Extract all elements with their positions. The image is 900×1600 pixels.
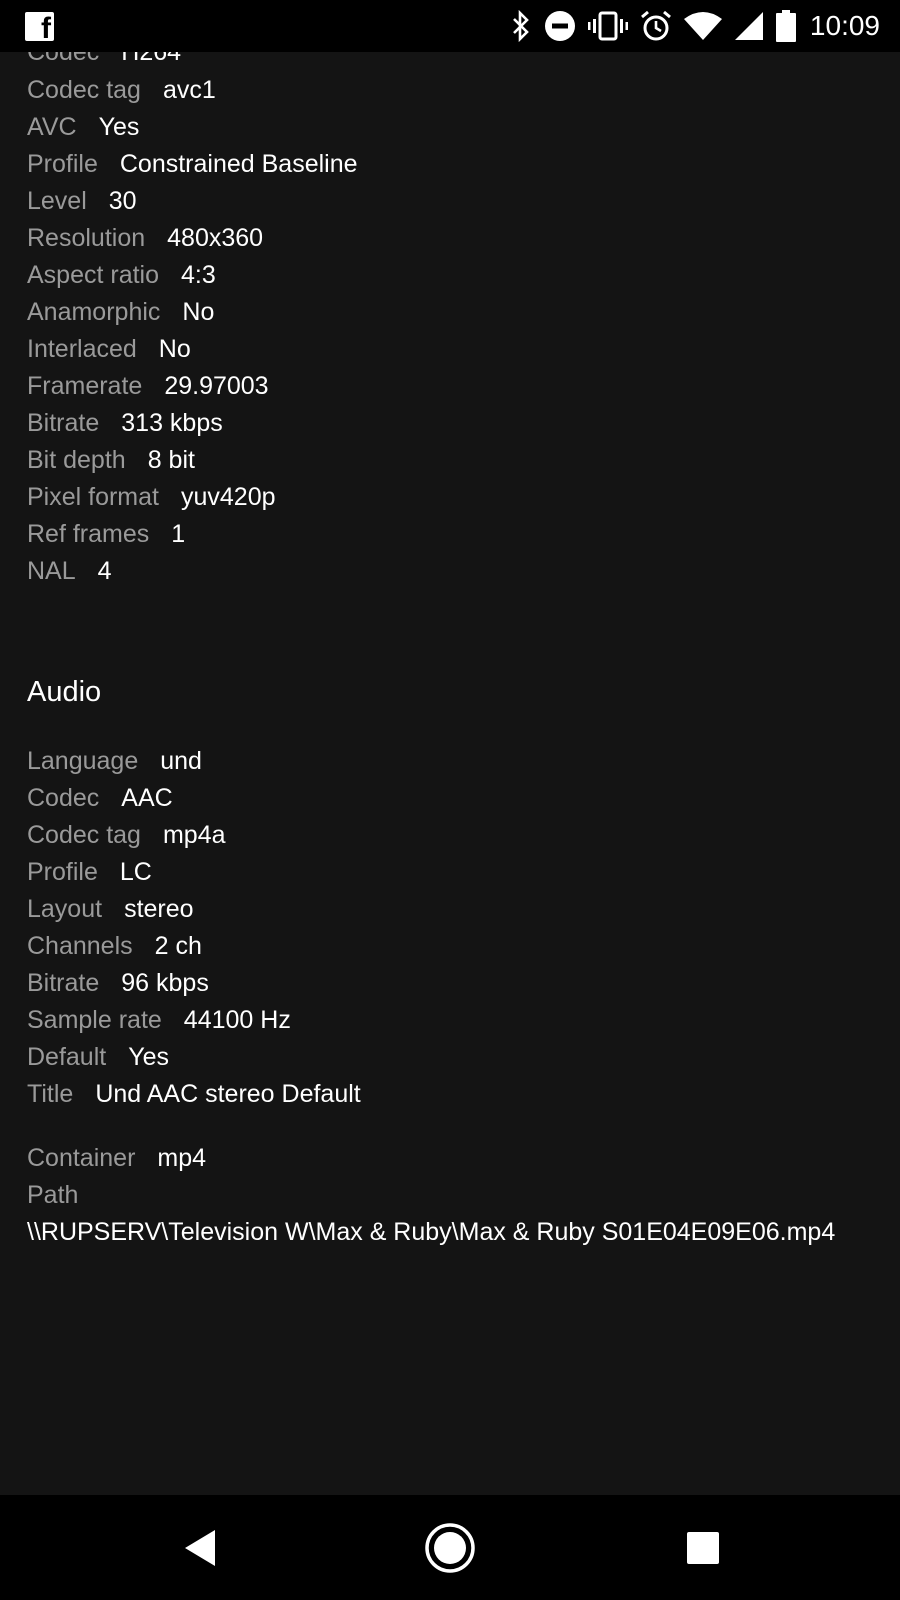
info-value: mp4a xyxy=(162,821,226,849)
info-label: Anamorphic xyxy=(27,298,161,326)
recents-icon xyxy=(687,1531,719,1564)
info-value: 30 xyxy=(108,187,137,215)
info-label: Level xyxy=(27,187,87,215)
info-row: Language und xyxy=(27,745,202,777)
info-label: Path xyxy=(27,1181,79,1209)
info-row: Ref frames 1 xyxy=(27,518,185,550)
info-label: NAL xyxy=(27,557,76,585)
info-value: avc1 xyxy=(162,76,216,104)
info-value: LC xyxy=(119,858,152,886)
recents-button[interactable] xyxy=(663,1495,743,1600)
battery-icon xyxy=(775,10,796,42)
info-row: Default Yes xyxy=(27,1041,169,1073)
info-value: 96 kbps xyxy=(121,969,209,997)
info-value: mp4 xyxy=(157,1144,207,1172)
facebook-icon: f xyxy=(25,12,54,44)
info-label: Profile xyxy=(27,858,98,886)
info-value: 44100 Hz xyxy=(183,1006,291,1034)
info-value: 313 kbps xyxy=(121,409,223,437)
alarm-icon xyxy=(640,9,672,43)
info-value: 480x360 xyxy=(167,224,264,252)
info-row: Profile LC xyxy=(27,856,152,888)
info-label: Aspect ratio xyxy=(27,261,160,289)
info-label: Resolution xyxy=(27,224,146,252)
home-icon xyxy=(425,1522,475,1573)
info-label: Bitrate xyxy=(27,969,100,997)
info-label: Pixel format xyxy=(27,483,159,511)
info-label: Sample rate xyxy=(27,1006,162,1034)
info-value: und xyxy=(160,747,202,775)
info-label: Channels xyxy=(27,932,133,960)
info-row: Interlaced No xyxy=(27,333,191,365)
section-title-audio: Audio xyxy=(27,676,102,708)
info-label: Title xyxy=(27,1080,74,1108)
info-row: Codec tag mp4a xyxy=(27,819,226,851)
info-row: Level 30 xyxy=(27,185,137,217)
info-row-container: Container mp4 xyxy=(27,1142,206,1174)
info-value: 4:3 xyxy=(181,261,216,289)
info-value: Yes xyxy=(98,113,140,141)
info-value: 4 xyxy=(97,557,112,585)
info-row: Bitrate 96 kbps xyxy=(27,967,209,999)
vibrate-icon xyxy=(587,10,628,42)
info-value: yuv420p xyxy=(180,483,276,511)
info-row: Anamorphic No xyxy=(27,296,214,328)
info-label: Framerate xyxy=(27,372,143,400)
info-value: Constrained Baseline xyxy=(119,150,358,178)
info-label: Language xyxy=(27,747,139,775)
file-path-value: \\RUPSERV\Television W\Max & Ruby\Max & … xyxy=(27,1218,836,1246)
info-row: NAL 4 xyxy=(27,555,112,587)
navigation-bar xyxy=(0,1495,900,1600)
info-label: Bitrate xyxy=(27,409,100,437)
info-row: AVC Yes xyxy=(27,111,139,143)
info-row: Resolution 480x360 xyxy=(27,222,263,254)
info-value: stereo xyxy=(124,895,194,923)
info-value: Yes xyxy=(128,1043,170,1071)
status-icons: 10:09 xyxy=(498,0,880,52)
info-value: No xyxy=(158,335,191,363)
info-row: Pixel format yuv420p xyxy=(27,481,276,513)
info-row: Bit depth 8 bit xyxy=(27,444,195,476)
info-label: Container xyxy=(27,1144,136,1172)
info-value: 8 bit xyxy=(147,446,195,474)
info-value: 2 ch xyxy=(154,932,202,960)
cell-signal-icon xyxy=(734,11,764,41)
info-row: Layout stereo xyxy=(27,893,194,925)
bluetooth-icon xyxy=(510,10,532,42)
info-value: 29.97003 xyxy=(164,372,269,400)
info-label: Codec tag xyxy=(27,821,141,849)
info-value: AAC xyxy=(121,784,173,812)
info-row: Bitrate 313 kbps xyxy=(27,407,223,439)
info-label: Default xyxy=(27,1043,107,1071)
back-icon xyxy=(185,1529,215,1566)
info-label: Ref frames xyxy=(27,520,150,548)
wifi-icon xyxy=(683,11,722,41)
info-row: Codec tag avc1 xyxy=(27,74,216,106)
info-label: Interlaced xyxy=(27,335,137,363)
info-row: Channels 2 ch xyxy=(27,930,202,962)
info-row: Sample rate 44100 Hz xyxy=(27,1004,291,1036)
info-row: Title Und AAC stereo Default xyxy=(27,1078,361,1110)
do-not-disturb-icon xyxy=(544,10,576,42)
info-row: Profile Constrained Baseline xyxy=(27,148,358,180)
info-label: AVC xyxy=(27,113,77,141)
info-row: Aspect ratio 4:3 xyxy=(27,259,216,291)
info-row: Framerate 29.97003 xyxy=(27,370,269,402)
info-label: Layout xyxy=(27,895,103,923)
info-value: 1 xyxy=(171,520,186,548)
info-label: Codec tag xyxy=(27,76,141,104)
info-value: Und AAC stereo Default xyxy=(95,1080,361,1108)
screen: Codec H264 Codec tag avc1 AVC Yes Profile Co… xyxy=(0,0,900,1600)
info-row: Codec AAC xyxy=(27,782,173,814)
info-label: Bit depth xyxy=(27,446,126,474)
status-time: 10:09 xyxy=(809,10,880,41)
info-value: No xyxy=(182,298,215,326)
back-button[interactable] xyxy=(160,1495,240,1600)
info-label: Codec xyxy=(27,784,100,812)
home-button[interactable] xyxy=(410,1495,490,1600)
status-bar: f 10:09 xyxy=(0,0,900,52)
info-label: Profile xyxy=(27,150,98,178)
info-row-path-label: Path xyxy=(27,1179,78,1211)
media-info-content[interactable]: Codec H264 Codec tag avc1 AVC Yes Profile Co… xyxy=(0,0,900,1495)
